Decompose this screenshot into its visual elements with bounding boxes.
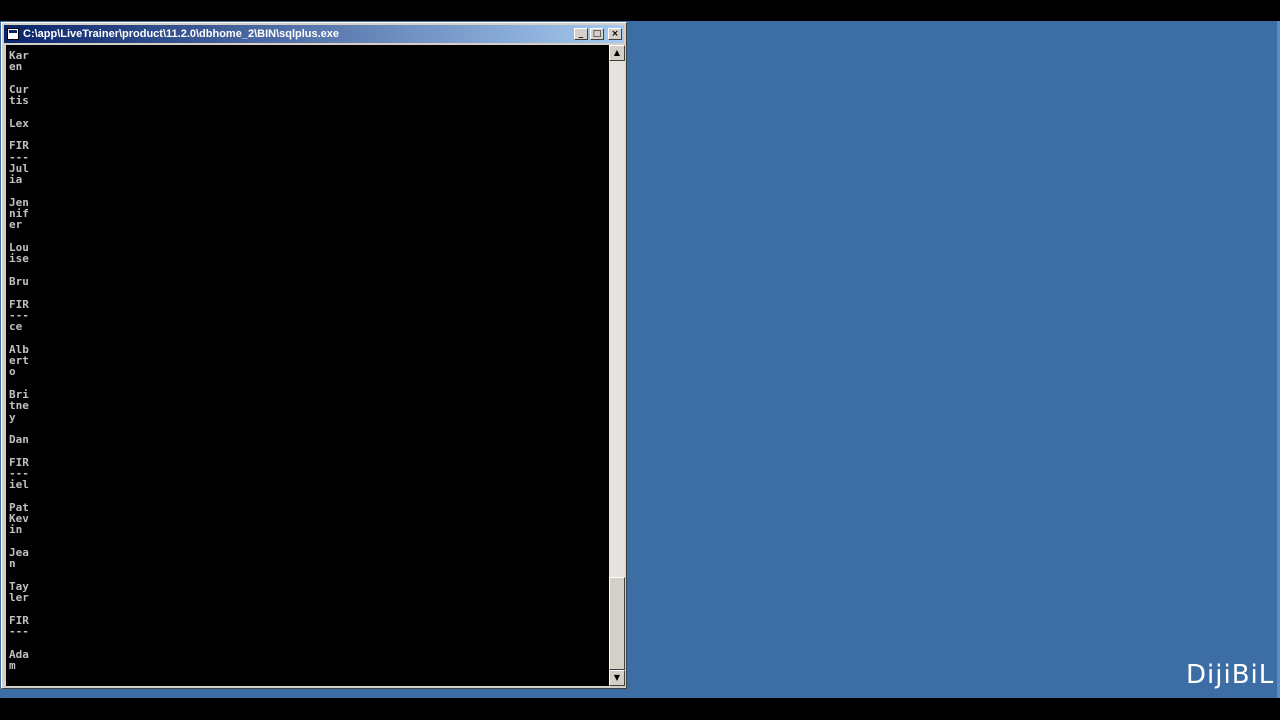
maximize-button[interactable]: □ — [590, 28, 604, 40]
console-output-area[interactable]: Kar en Cur tis Lex FIR --- Jul ia Jen ni… — [6, 45, 609, 686]
minimize-button[interactable]: _ — [574, 28, 588, 40]
window-titlebar[interactable]: C:\app\LiveTrainer\product\11.2.0\dbhome… — [4, 25, 624, 43]
window-title: C:\app\LiveTrainer\product\11.2.0\dbhome… — [23, 28, 340, 40]
console-output-text: Kar en Cur tis Lex FIR --- Jul ia Jen ni… — [9, 49, 29, 673]
scroll-thumb[interactable] — [609, 577, 625, 670]
scroll-down-button[interactable]: ▼ — [609, 670, 625, 686]
dijibil-logo: DijiBiL — [1186, 660, 1275, 690]
sqlplus-window[interactable]: C:\app\LiveTrainer\product\11.2.0\dbhome… — [1, 22, 627, 689]
window-controls: _ □ × — [574, 28, 622, 40]
letterbox-bottom — [0, 698, 1280, 720]
letterbox-top — [0, 0, 1280, 21]
vertical-scrollbar[interactable]: ▲ ▼ — [609, 45, 625, 686]
console-app-icon[interactable] — [7, 28, 19, 40]
close-button[interactable]: × — [608, 28, 622, 40]
scroll-up-button[interactable]: ▲ — [609, 45, 625, 61]
